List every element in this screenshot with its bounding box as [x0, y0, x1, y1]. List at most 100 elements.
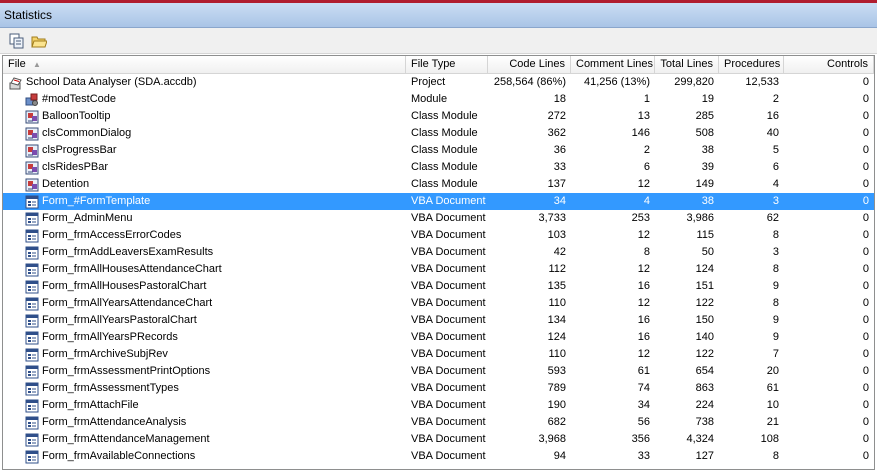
cell-file: Form_frmAccessErrorCodes	[3, 227, 406, 244]
table-row[interactable]: BalloonTooltip Class Module 272 13 285 16 0	[3, 108, 874, 125]
cell-file-type: VBA Document	[411, 246, 486, 258]
list-body: School Data Analyser (SDA.accdb) Project 2…	[3, 74, 874, 465]
table-row[interactable]: Form_#FormTemplate VBA Document 34 4 38 3 0	[3, 193, 874, 210]
table-row[interactable]: Form_frmAllYearsPastoralChart VBA Documen…	[3, 312, 874, 329]
table-row[interactable]: Form_frmAddLeaversExamResults VBA Documen…	[3, 244, 874, 261]
column-header-procedures[interactable]: Procedures	[719, 56, 784, 73]
cell-code-lines: 103	[547, 229, 566, 241]
cell-controls: 0	[862, 399, 869, 411]
cell-comment-lines: 12	[637, 297, 650, 309]
cell-file: Form_frmAllYearsAttendanceChart	[3, 295, 406, 312]
cell-comment-lines: 56	[637, 416, 650, 428]
cell-procedures: 9	[772, 280, 779, 292]
table-row[interactable]: clsRidesPBar Class Module 33 6 39 6 0	[3, 159, 874, 176]
column-header-file-type[interactable]: File Type	[406, 56, 488, 73]
file-name: clsCommonDialog	[42, 127, 132, 139]
cell-file-type: VBA Document	[411, 331, 486, 343]
file-name: Form_AdminMenu	[42, 212, 133, 224]
table-row[interactable]: Form_frmAllHousesPastoralChart VBA Docume…	[3, 278, 874, 295]
table-row[interactable]: clsCommonDialog Class Module 362 146 508 40 0	[3, 125, 874, 142]
cell-total-lines: 140	[695, 331, 714, 343]
file-name: Form_frmAddLeaversExamResults	[42, 246, 214, 258]
cell-controls: 0	[862, 127, 869, 139]
cell-total-lines: 38	[701, 144, 714, 156]
open-folder-button[interactable]	[30, 32, 48, 49]
table-row[interactable]: Form_frmAllYearsPRecords VBA Document 124 1…	[3, 329, 874, 346]
cell-procedures: 9	[772, 331, 779, 343]
cell-procedures: 3	[772, 246, 779, 258]
column-header-comment-lines[interactable]: Comment Lines	[571, 56, 655, 73]
cell-procedures: 8	[772, 450, 779, 462]
table-row[interactable]: Form_frmAttendanceManagement VBA Document…	[3, 431, 874, 448]
copy-button[interactable]	[8, 32, 26, 49]
class-module-icon	[25, 161, 39, 175]
cell-file-type: VBA Document	[411, 450, 486, 462]
table-row[interactable]: Form_frmAssessmentPrintOptions VBA Docume…	[3, 363, 874, 380]
cell-controls: 0	[862, 246, 869, 258]
cell-file-type: VBA Document	[411, 280, 486, 292]
cell-procedures: 6	[772, 161, 779, 173]
column-header-code-lines[interactable]: Code Lines	[488, 56, 571, 73]
form-icon	[25, 348, 39, 362]
column-header-controls[interactable]: Controls	[784, 56, 874, 73]
cell-file-type: VBA Document	[411, 433, 486, 445]
column-header-file[interactable]: File ▲	[3, 56, 406, 73]
table-row[interactable]: Form_frmAllHousesAttendanceChart VBA Docu…	[3, 261, 874, 278]
cell-code-lines: 3,968	[538, 433, 566, 445]
cell-comment-lines: 61	[637, 365, 650, 377]
file-name: Form_frmAllHousesPastoralChart	[42, 280, 207, 292]
table-row[interactable]: clsProgressBar Class Module 36 2 38 5 0	[3, 142, 874, 159]
cell-comment-lines: 12	[637, 178, 650, 190]
cell-file: Form_frmAssessmentTypes	[3, 380, 406, 397]
class-module-icon	[25, 110, 39, 124]
cell-file-type: VBA Document	[411, 348, 486, 360]
cell-file: Form_frmAttachFile	[3, 397, 406, 414]
cell-code-lines: 124	[547, 331, 566, 343]
table-row[interactable]: School Data Analyser (SDA.accdb) Project 2…	[3, 74, 874, 91]
cell-code-lines: 190	[547, 399, 566, 411]
cell-total-lines: 122	[695, 348, 714, 360]
table-row[interactable]: Form_AdminMenu VBA Document 3,733 253 3,986 6…	[3, 210, 874, 227]
table-row[interactable]: Form_frmArchiveSubjRev VBA Document 110 12 1…	[3, 346, 874, 363]
cell-file-type: Class Module	[411, 161, 478, 173]
cell-procedures: 3	[772, 195, 779, 207]
cell-controls: 0	[862, 229, 869, 241]
table-row[interactable]: Form_frmAttendanceAnalysis VBA Document 68…	[3, 414, 874, 431]
cell-file-type: VBA Document	[411, 314, 486, 326]
cell-code-lines: 682	[547, 416, 566, 428]
cell-procedures: 16	[766, 110, 779, 122]
cell-procedures: 5	[772, 144, 779, 156]
table-row[interactable]: Form_frmAvailableConnections VBA Document…	[3, 448, 874, 465]
table-row[interactable]: #modTestCode Module 18 1 19 2 0	[3, 91, 874, 108]
form-icon	[25, 382, 39, 396]
form-icon	[25, 212, 39, 226]
cell-comment-lines: 2	[643, 144, 650, 156]
cell-total-lines: 150	[695, 314, 714, 326]
column-header-total-lines[interactable]: Total Lines	[655, 56, 719, 73]
cell-file: clsProgressBar	[3, 142, 406, 159]
table-row[interactable]: Form_frmAssessmentTypes VBA Document 789 74…	[3, 380, 874, 397]
cell-file-type: VBA Document	[411, 195, 486, 207]
statistics-list[interactable]: File ▲ File Type Code Lines Comment Lines…	[2, 55, 875, 470]
cell-file-type: VBA Document	[411, 212, 486, 224]
form-icon	[25, 416, 39, 430]
class-module-icon	[25, 178, 39, 192]
cell-total-lines: 738	[695, 416, 714, 428]
table-row[interactable]: Form_frmAttachFile VBA Document 190 34 224 10…	[3, 397, 874, 414]
cell-controls: 0	[862, 110, 869, 122]
table-row[interactable]: Form_frmAllYearsAttendanceChart VBA Docum…	[3, 295, 874, 312]
cell-file: Form_#FormTemplate	[3, 193, 406, 210]
cell-controls: 0	[862, 280, 869, 292]
cell-total-lines: 863	[695, 382, 714, 394]
file-name: Form_frmAttachFile	[42, 399, 139, 411]
cell-procedures: 40	[766, 127, 779, 139]
table-row[interactable]: Form_frmAccessErrorCodes VBA Document 103 1…	[3, 227, 874, 244]
cell-code-lines: 42	[553, 246, 566, 258]
cell-code-lines: 137	[547, 178, 566, 190]
cell-total-lines: 19	[701, 93, 714, 105]
cell-controls: 0	[862, 76, 869, 88]
file-name: School Data Analyser (SDA.accdb)	[26, 76, 197, 88]
cell-file: Form_frmAttendanceManagement	[3, 431, 406, 448]
table-row[interactable]: Detention Class Module 137 12 149 4 0	[3, 176, 874, 193]
open-folder-icon	[31, 36, 47, 47]
